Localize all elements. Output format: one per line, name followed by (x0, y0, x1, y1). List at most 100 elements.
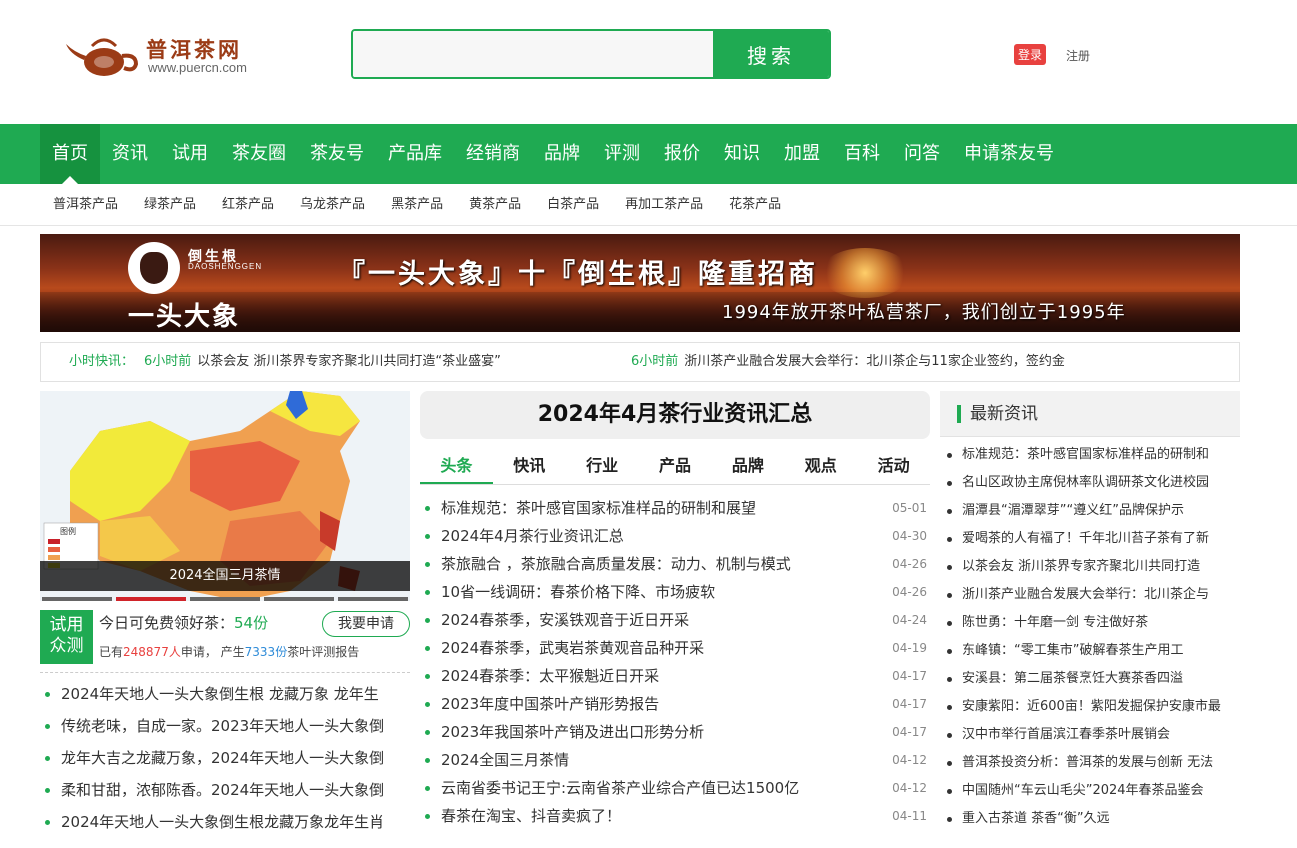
news-item[interactable]: 2024年4月茶行业资讯汇总 04-30 (420, 522, 930, 550)
news-item[interactable]: 10省一线调研：春茶价格下降、市场疲软 04-26 (420, 578, 930, 606)
slide-dot-active[interactable] (116, 597, 186, 601)
nav-item-reviews[interactable]: 评测 (592, 124, 652, 184)
register-link[interactable]: 注册 (1066, 47, 1090, 64)
nav-item-apply-account[interactable]: 申请茶友号 (952, 124, 1066, 184)
list-item[interactable]: 陈世勇：十年磨一剑 专注做好茶 (940, 609, 1240, 637)
list-item[interactable]: 柔和甘甜，浓郁陈香。2024年天地人一头大象倒 (40, 774, 410, 806)
headline-title[interactable]: 2024年4月茶行业资讯汇总 (420, 391, 930, 439)
list-item[interactable]: 浙川茶产业融合发展大会举行：北川茶企与 (940, 581, 1240, 609)
left-column: 图例 2024全国三月茶情 试用 众测 今日可免费领好茶：54份 我要申请 已有… (40, 391, 410, 838)
tab-flash[interactable]: 快讯 (493, 449, 566, 484)
section-marker (957, 405, 961, 423)
trial-badge[interactable]: 试用 众测 (40, 610, 93, 664)
ticker-item[interactable]: 6小时前 浙川茶产业融合发展大会举行：北川茶企与11家企业签约，签约金 (631, 343, 1065, 381)
category-green[interactable]: 绿茶产品 (131, 184, 209, 226)
category-flower[interactable]: 花茶产品 (716, 184, 794, 226)
banner-slogan: 1994年放开茶叶私营茶厂，我们创立于1995年 (722, 302, 1126, 323)
tab-products[interactable]: 产品 (639, 449, 712, 484)
search-input[interactable] (353, 31, 713, 77)
news-item[interactable]: 标准规范：茶叶感官国家标准样品的研制和展望 05-01 (420, 494, 930, 522)
right-column: 最新资讯 标准规范：茶叶感官国家标准样品的研制和 名山区政协主席倪林率队调研茶文… (940, 391, 1240, 833)
banner-brand-en: DAOSHENGGEN (188, 262, 263, 271)
list-item[interactable]: 中国随州“车云山毛尖”2024年春茶品鉴会 (940, 777, 1240, 805)
list-item[interactable]: 名山区政协主席倪林率队调研茶文化进校园 (940, 469, 1240, 497)
list-item[interactable]: 安康紫阳：近600亩！紫阳发掘保护安康市最 (940, 693, 1240, 721)
list-item[interactable]: 爱喝茶的人有福了！千年北川苔子茶有了新 (940, 525, 1240, 553)
tab-headlines[interactable]: 头条 (420, 449, 493, 484)
news-title: 2024春茶季，武夷岩茶黄观音品种开采 (441, 639, 705, 657)
trial-stat-reports: 7333份 (244, 645, 288, 659)
search-box: 搜索 (351, 29, 831, 79)
list-item[interactable]: 湄潭县“湄潭翠芽”“遵义红”品牌保护示 (940, 497, 1240, 525)
news-item[interactable]: 2024全国三月茶情 04-12 (420, 746, 930, 774)
category-puer[interactable]: 普洱茶产品 (40, 184, 131, 226)
news-item[interactable]: 2023年我国茶叶产销及进出口形势分析 04-17 (420, 718, 930, 746)
slide-dot[interactable] (264, 597, 334, 601)
trial-stat-prefix: 已有 (99, 645, 124, 659)
nav-item-dealers[interactable]: 经销商 (454, 124, 532, 184)
ticker-time: 6小时前 (631, 354, 679, 369)
apply-trial-button[interactable]: 我要申请 (322, 611, 410, 637)
nav-item-products[interactable]: 产品库 (376, 124, 454, 184)
news-item[interactable]: 2024春茶季：太平猴魁近日开采 04-17 (420, 662, 930, 690)
category-oolong[interactable]: 乌龙茶产品 (287, 184, 378, 226)
list-item[interactable]: 龙年大吉之龙藏万象，2024年天地人一头大象倒 (40, 742, 410, 774)
list-item[interactable]: 安溪县：第二届茶餐烹饪大赛茶香四溢 (940, 665, 1240, 693)
slide-dot[interactable] (42, 597, 112, 601)
logo-url: www.puercn.com (148, 60, 247, 75)
news-list: 标准规范：茶叶感官国家标准样品的研制和展望 05-01 2024年4月茶行业资讯汇… (420, 494, 930, 830)
nav-item-qa[interactable]: 问答 (892, 124, 952, 184)
tab-events[interactable]: 活动 (857, 449, 930, 484)
news-title: 2023年我国茶叶产销及进出口形势分析 (441, 723, 705, 741)
slide-dot[interactable] (338, 597, 408, 601)
nav-item-tea-circle[interactable]: 茶友圈 (220, 124, 298, 184)
nav-item-knowledge[interactable]: 知识 (712, 124, 772, 184)
category-yellow[interactable]: 黄茶产品 (456, 184, 534, 226)
nav-item-news[interactable]: 资讯 (100, 124, 160, 184)
list-item[interactable]: 标准规范：茶叶感官国家标准样品的研制和 (940, 441, 1240, 469)
news-ticker: 小时快讯： 6小时前 以茶会友 浙川茶界专家齐聚北川共同打造“茶业盛宴” 6小时前… (40, 342, 1240, 382)
tab-industry[interactable]: 行业 (566, 449, 639, 484)
list-item[interactable]: 2024年天地人一头大象倒生根龙藏万象龙年生肖 (40, 806, 410, 838)
list-item[interactable]: 汉中市举行首届滨江春季茶叶展销会 (940, 721, 1240, 749)
nav-item-tea-account[interactable]: 茶友号 (298, 124, 376, 184)
center-column: 2024年4月茶行业资讯汇总 头条 快讯 行业 产品 品牌 观点 活动 标准规范… (420, 391, 930, 830)
news-item[interactable]: 2024春茶季，安溪铁观音于近日开采 04-24 (420, 606, 930, 634)
list-item[interactable]: 以茶会友 浙川茶界专家齐聚北川共同打造 (940, 553, 1240, 581)
news-item[interactable]: 茶旅融合 ，茶旅融合高质量发展：动力、机制与模式 04-26 (420, 550, 930, 578)
nav-item-home[interactable]: 首页 (40, 124, 100, 184)
feature-slideshow[interactable]: 图例 2024全国三月茶情 (40, 391, 410, 601)
teapot-logo-icon (66, 38, 139, 76)
news-item[interactable]: 云南省委书记王宁:云南省茶产业综合产值已达1500亿 04-12 (420, 774, 930, 802)
list-item[interactable]: 重入古茶道 茶香“衡”久远 (940, 805, 1240, 833)
news-title: 云南省委书记王宁:云南省茶产业综合产值已达1500亿 (441, 779, 800, 797)
category-processed[interactable]: 再加工茶产品 (612, 184, 716, 226)
category-dark[interactable]: 黑茶产品 (378, 184, 456, 226)
nav-item-wiki[interactable]: 百科 (832, 124, 892, 184)
nav-item-trial[interactable]: 试用 (160, 124, 220, 184)
news-item[interactable]: 2024春茶季，武夷岩茶黄观音品种开采 04-19 (420, 634, 930, 662)
news-title: 2024春茶季，安溪铁观音于近日开采 (441, 611, 690, 629)
category-white[interactable]: 白茶产品 (534, 184, 612, 226)
category-black[interactable]: 红茶产品 (209, 184, 287, 226)
list-item[interactable]: 普洱茶投资分析：普洱茶的发展与创新 无法 (940, 749, 1240, 777)
nav-item-prices[interactable]: 报价 (652, 124, 712, 184)
nav-item-brands[interactable]: 品牌 (532, 124, 592, 184)
tab-brands[interactable]: 品牌 (711, 449, 784, 484)
search-button[interactable]: 搜索 (713, 31, 829, 77)
login-button[interactable]: 登录 (1014, 44, 1047, 65)
trial-today: 今日可免费领好茶：54份 (99, 612, 268, 633)
ad-banner[interactable]: 倒生根 DAOSHENGGEN 一头大象 『一头大象』十『倒生根』隆重招商 19… (40, 234, 1240, 332)
news-item[interactable]: 春茶在淘宝、抖音卖疯了！ 04-11 (420, 802, 930, 830)
list-item[interactable]: 传统老味，自成一家。2023年天地人一头大象倒 (40, 710, 410, 742)
ticker-item[interactable]: 6小时前 以茶会友 浙川茶界专家齐聚北川共同打造“茶业盛宴” (144, 343, 501, 381)
slide-dot[interactable] (190, 597, 260, 601)
tab-opinions[interactable]: 观点 (784, 449, 857, 484)
list-item[interactable]: 东峰镇：“零工集市”破解春茶生产用工 (940, 637, 1240, 665)
site-logo[interactable]: 普洱茶网 www.puercn.com (62, 30, 282, 84)
list-item[interactable]: 2024年天地人一头大象倒生根 龙藏万象 龙年生 (40, 678, 410, 710)
nav-item-franchise[interactable]: 加盟 (772, 124, 832, 184)
banner-sunset (820, 248, 910, 298)
news-item[interactable]: 2023年度中国茶叶产销形势报告 04-17 (420, 690, 930, 718)
trial-badge-line2: 众测 (49, 636, 84, 656)
